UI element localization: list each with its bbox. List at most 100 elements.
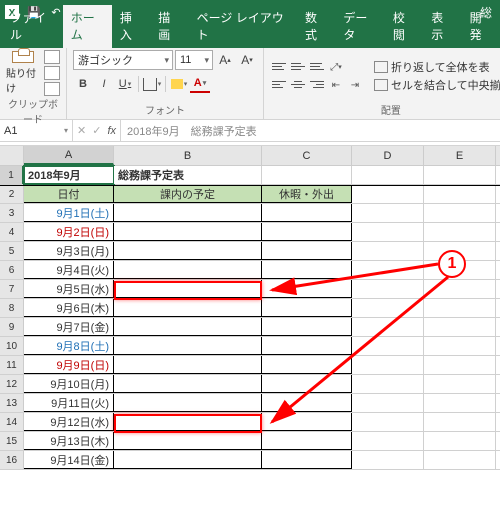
cell[interactable]: 9月12日(水)	[24, 413, 114, 431]
tab-draw[interactable]: 描画	[150, 5, 188, 48]
bold-button[interactable]: B	[73, 74, 93, 94]
cell[interactable]: 9月4日(火)	[24, 261, 114, 279]
row-header[interactable]: 16	[0, 451, 24, 469]
row-header[interactable]: 14	[0, 413, 24, 431]
cell[interactable]	[262, 280, 352, 298]
paste-button[interactable]: 貼り付け	[6, 51, 40, 95]
wrap-text-button[interactable]: 折り返して全体を表	[374, 59, 500, 75]
decrease-indent-icon[interactable]: ⇤	[327, 77, 345, 93]
cell[interactable]	[262, 166, 352, 184]
cell[interactable]	[114, 223, 262, 241]
merge-center-button[interactable]: セルを結合して中央揃え	[374, 77, 500, 93]
cell[interactable]	[352, 318, 424, 336]
cell[interactable]	[424, 280, 496, 298]
cell[interactable]	[114, 413, 262, 431]
tab-developer[interactable]: 開発	[462, 5, 500, 48]
row-header[interactable]: 4	[0, 223, 24, 241]
row-header[interactable]: 15	[0, 432, 24, 450]
cell[interactable]	[114, 204, 262, 222]
cell[interactable]	[352, 432, 424, 450]
font-name-select[interactable]: 游ゴシック	[73, 50, 173, 70]
tab-file[interactable]: ファイル	[2, 5, 63, 48]
cell[interactable]	[424, 394, 496, 412]
tab-insert[interactable]: 挿入	[112, 5, 150, 48]
col-header-C[interactable]: C	[262, 146, 352, 165]
fx-icon[interactable]: fx	[107, 125, 116, 137]
col-header-D[interactable]: D	[352, 146, 424, 165]
cell[interactable]: 総務課予定表	[114, 166, 262, 184]
row-header[interactable]: 9	[0, 318, 24, 336]
cell[interactable]	[262, 299, 352, 317]
cell[interactable]	[424, 318, 496, 336]
align-middle-icon[interactable]	[289, 59, 307, 73]
cell[interactable]: 9月11日(火)	[24, 394, 114, 412]
align-right-icon[interactable]	[308, 77, 326, 91]
align-center-icon[interactable]	[289, 77, 307, 91]
cell[interactable]	[262, 413, 352, 431]
cell[interactable]: 9月9日(日)	[24, 356, 114, 374]
cell[interactable]	[352, 280, 424, 298]
cell[interactable]	[424, 337, 496, 355]
col-header-A[interactable]: A	[24, 146, 114, 165]
cell[interactable]	[262, 318, 352, 336]
cell[interactable]: 9月14日(金)	[24, 451, 114, 469]
cell[interactable]	[352, 375, 424, 393]
row-header[interactable]: 8	[0, 299, 24, 317]
select-all-corner[interactable]	[0, 146, 24, 165]
cell[interactable]	[352, 261, 424, 279]
decrease-font-icon[interactable]: A▾	[237, 50, 257, 70]
tab-review[interactable]: 校閲	[385, 5, 423, 48]
cell[interactable]	[424, 432, 496, 450]
cell[interactable]: 9月8日(土)	[24, 337, 114, 355]
align-left-icon[interactable]	[270, 77, 288, 91]
cell[interactable]	[262, 451, 352, 469]
enter-icon[interactable]: ✓	[92, 124, 101, 137]
cell[interactable]	[424, 375, 496, 393]
cell[interactable]	[262, 394, 352, 412]
row-header[interactable]: 12	[0, 375, 24, 393]
cell[interactable]	[114, 337, 262, 355]
cell[interactable]	[424, 166, 496, 184]
cell[interactable]	[262, 432, 352, 450]
increase-font-icon[interactable]: A▴	[215, 50, 235, 70]
cell[interactable]	[352, 394, 424, 412]
cell[interactable]	[424, 186, 496, 203]
font-size-select[interactable]: 11	[175, 50, 213, 70]
row-header[interactable]: 6	[0, 261, 24, 279]
cell[interactable]	[114, 356, 262, 374]
cell[interactable]: 9月13日(木)	[24, 432, 114, 450]
cell[interactable]	[424, 204, 496, 222]
cell[interactable]	[262, 375, 352, 393]
cancel-icon[interactable]: ✕	[77, 124, 86, 137]
row-header[interactable]: 7	[0, 280, 24, 298]
cell[interactable]	[114, 394, 262, 412]
col-header-E[interactable]: E	[424, 146, 496, 165]
cell[interactable]	[114, 242, 262, 260]
cell[interactable]	[114, 299, 262, 317]
cell[interactable]: 課内の予定	[114, 186, 262, 203]
cell[interactable]	[114, 451, 262, 469]
cell[interactable]	[114, 280, 262, 298]
cell[interactable]	[424, 413, 496, 431]
fill-color-button[interactable]: ▾	[169, 74, 189, 94]
cell[interactable]	[352, 223, 424, 241]
row-header[interactable]: 13	[0, 394, 24, 412]
cell[interactable]: 9月2日(日)	[24, 223, 114, 241]
cell[interactable]: 日付	[24, 186, 114, 203]
tab-formulas[interactable]: 数式	[297, 5, 335, 48]
cell[interactable]: 9月3日(月)	[24, 242, 114, 260]
cell[interactable]: 休暇・外出	[262, 186, 352, 203]
cell[interactable]	[352, 242, 424, 260]
cell[interactable]	[424, 356, 496, 374]
underline-button[interactable]: U▾	[115, 74, 135, 94]
row-header[interactable]: 11	[0, 356, 24, 374]
cell[interactable]: 9月6日(木)	[24, 299, 114, 317]
row-header[interactable]: 1	[0, 166, 24, 184]
cell[interactable]	[352, 413, 424, 431]
border-button[interactable]: ▾	[142, 74, 162, 94]
col-header-B[interactable]: B	[114, 146, 262, 165]
cell[interactable]	[352, 204, 424, 222]
row-header[interactable]: 10	[0, 337, 24, 355]
row-header[interactable]: 2	[0, 186, 24, 203]
cell[interactable]	[352, 356, 424, 374]
